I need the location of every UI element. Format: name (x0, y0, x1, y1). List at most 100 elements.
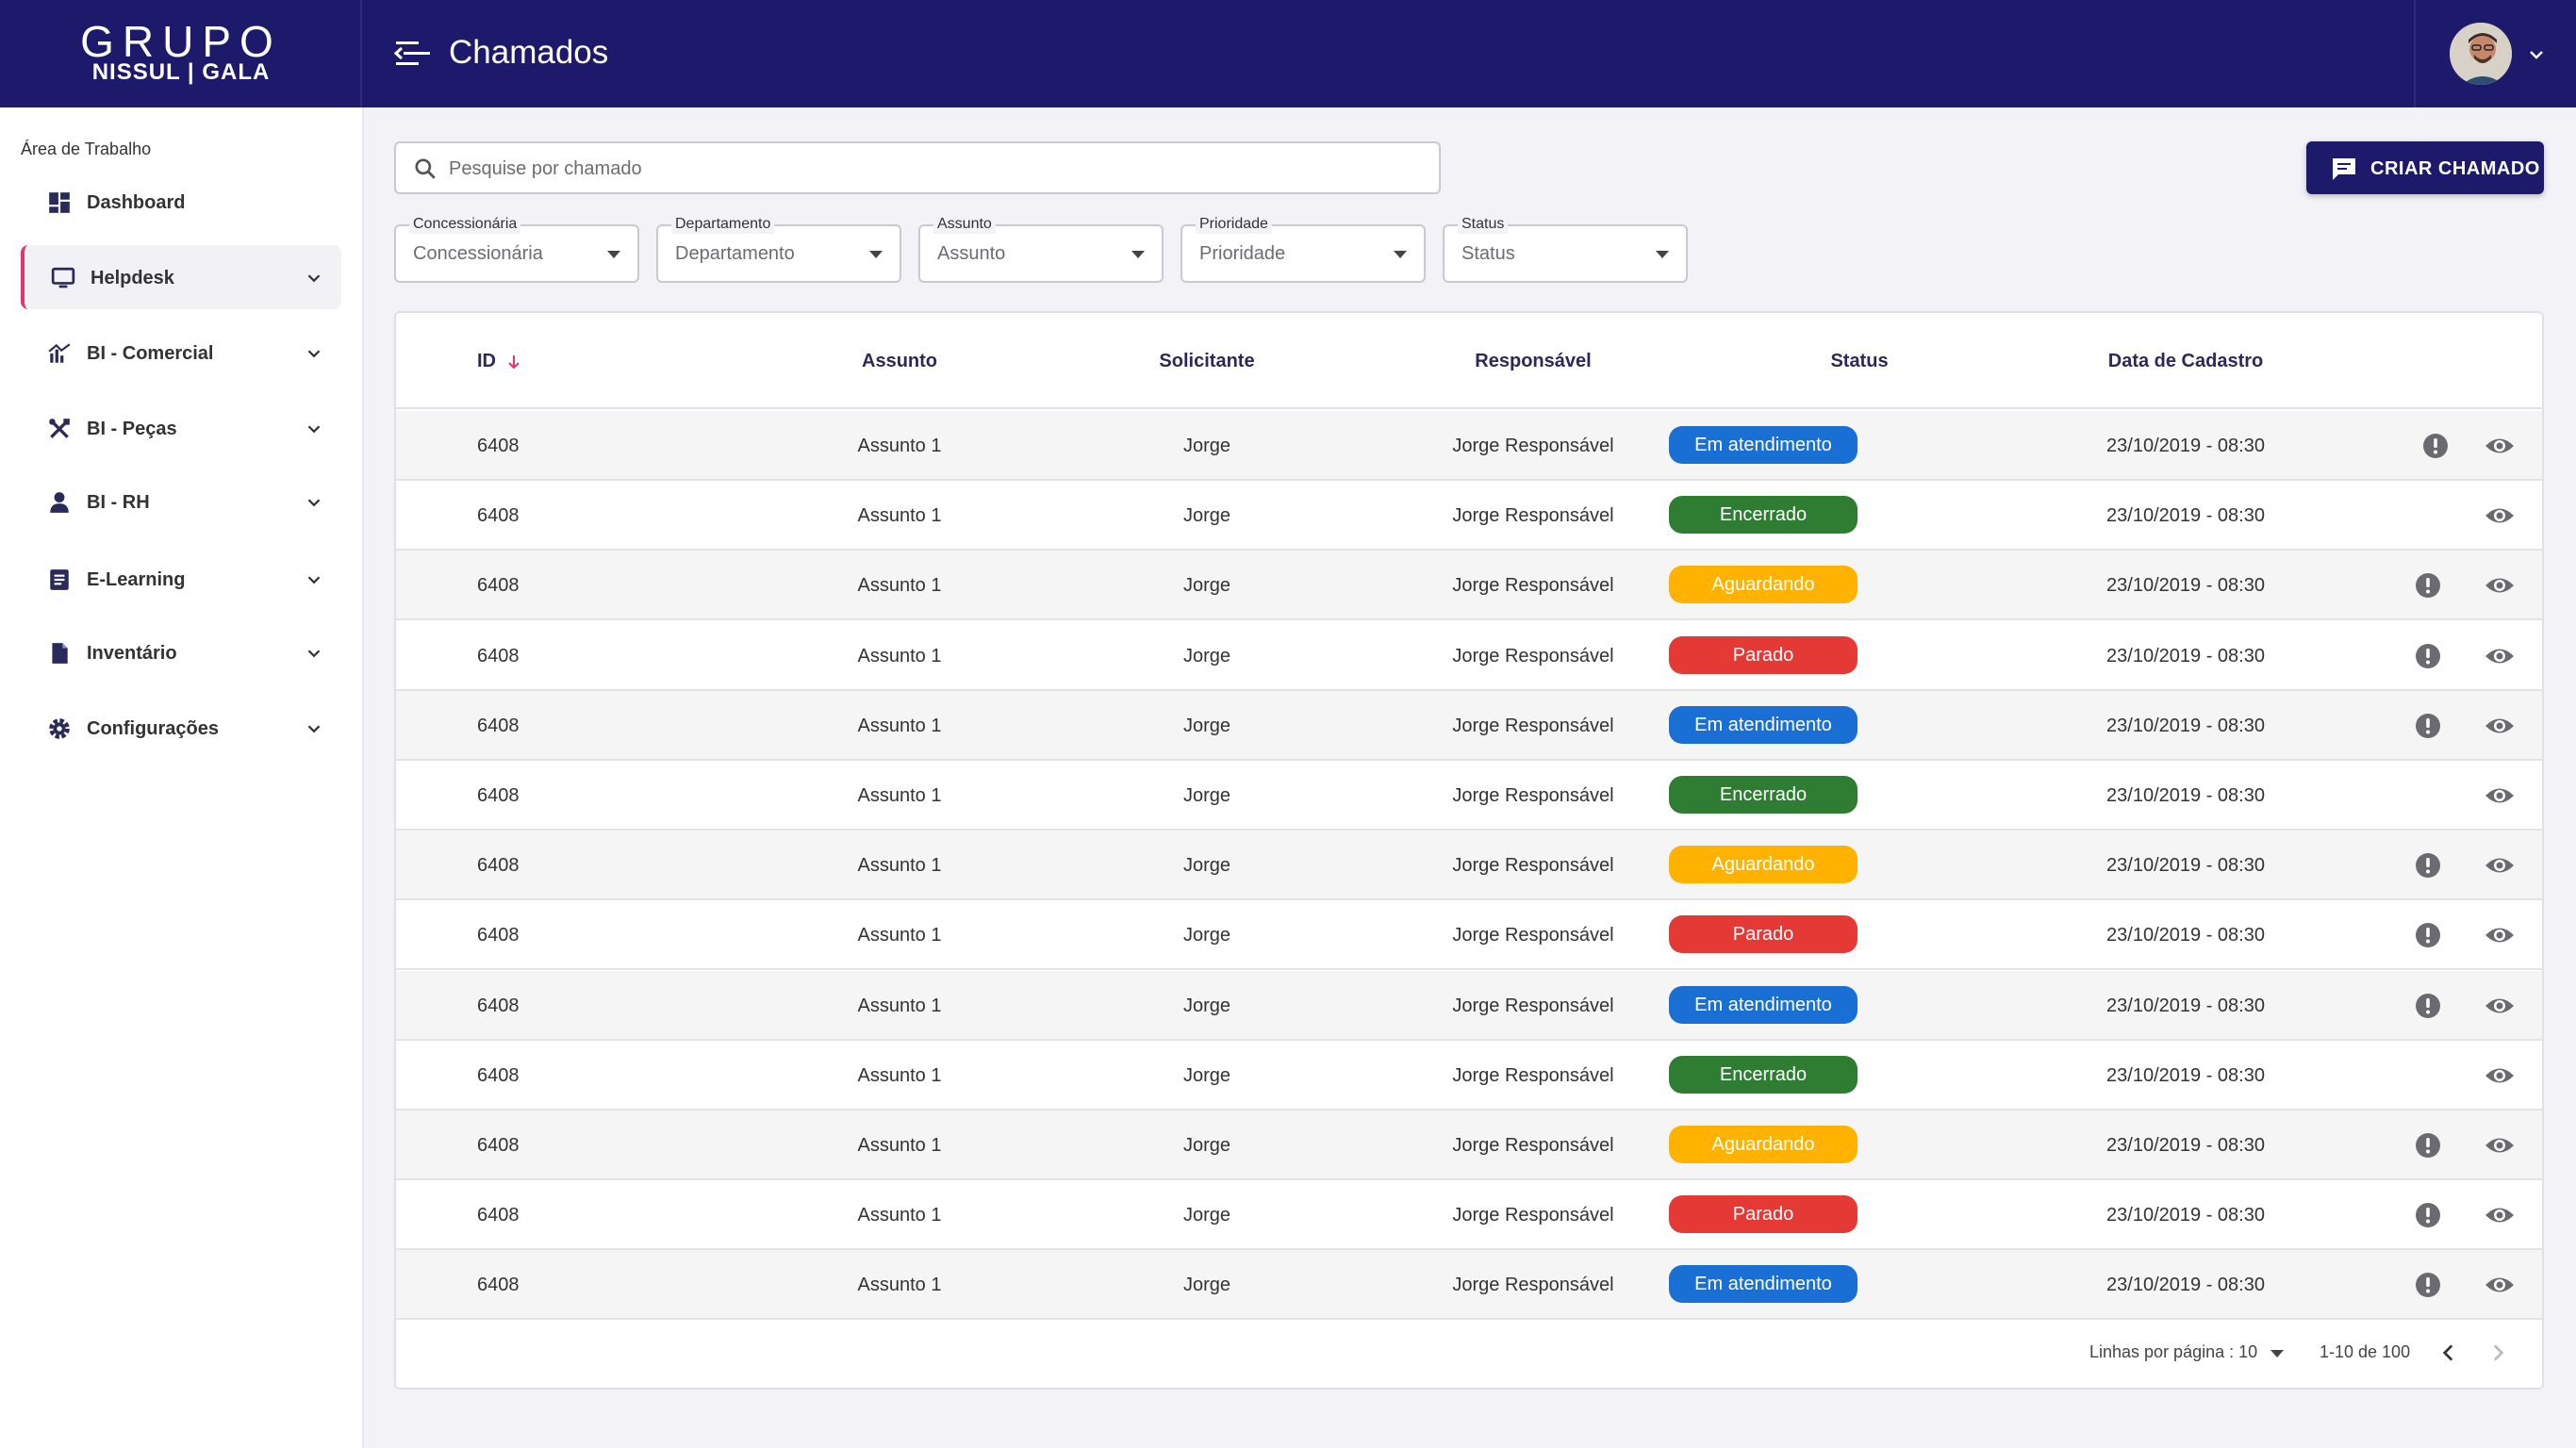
cell-id: 6408 (477, 645, 520, 666)
cell-responsavel: Jorge Responsável (1452, 715, 1614, 736)
table-row[interactable]: 6408 Assunto 1 Jorge Jorge Responsável 23/10… (396, 481, 2542, 551)
table-row[interactable]: 6408 Assunto 1 Jorge Jorge Responsável 23/10… (396, 1111, 2542, 1180)
chevron-down-icon[interactable] (304, 343, 324, 364)
alert-icon[interactable] (2414, 1201, 2442, 1229)
table-row[interactable]: 6408 Assunto 1 Jorge Jorge Responsável 23/10… (396, 551, 2542, 621)
sidebar-item-helpdesk[interactable]: Helpdesk (21, 245, 341, 309)
chevron-down-icon[interactable] (304, 419, 324, 439)
view-eye-icon[interactable] (2484, 1133, 2516, 1158)
sidebar-item-bi-pecas[interactable]: BI - Peças (21, 396, 341, 460)
avatar[interactable] (2448, 21, 2514, 87)
sidebar-item-dashboard[interactable]: Dashboard (21, 170, 341, 234)
cell-solicitante: Jorge (1182, 645, 1231, 666)
cell-responsavel: Jorge Responsável (1452, 436, 1614, 456)
status-badge: Encerrado (1669, 1055, 1858, 1094)
column-header-status[interactable]: Status (1830, 351, 1888, 372)
column-header-assunto[interactable]: Assunto (862, 351, 937, 372)
sidebar-item-label: Helpdesk (91, 268, 174, 288)
cell-assunto: Assunto 1 (857, 575, 942, 597)
view-eye-icon[interactable] (2484, 923, 2516, 947)
filter-concessionaria[interactable]: Concessionária Concessionária (394, 215, 639, 283)
cell-assunto: Assunto 1 (857, 505, 942, 527)
table-pagination: Linhas por página : 10 1-10 de 100 (396, 1316, 2542, 1388)
status-badge: Em atendimento (1669, 426, 1858, 464)
alert-icon[interactable] (2414, 851, 2442, 880)
cell-assunto: Assunto 1 (857, 645, 942, 666)
page-title: Chamados (449, 34, 609, 71)
alert-icon[interactable] (2414, 1131, 2442, 1160)
brand-logo: GRUPO NISSUL | GALA (0, 0, 362, 107)
cell-data-cadastro: 23/10/2019 - 08:30 (2106, 785, 2265, 806)
cell-responsavel: Jorge Responsável (1452, 1275, 1614, 1296)
sidebar-item-bi-comercial[interactable]: BI - Comercial (21, 321, 341, 385)
alert-icon[interactable] (2414, 571, 2442, 600)
cell-responsavel: Jorge Responsável (1452, 575, 1614, 597)
table-row[interactable]: 6408 Assunto 1 Jorge Jorge Responsável 23/10… (396, 831, 2542, 901)
table-row[interactable]: 6408 Assunto 1 Jorge Jorge Responsável 23/10… (396, 690, 2542, 761)
filter-departamento[interactable]: Departamento Departamento (656, 215, 901, 283)
alert-icon[interactable] (2421, 432, 2450, 460)
sidebar-item-e-learning[interactable]: E-Learning (21, 547, 341, 611)
filter-value: Status (1461, 243, 1515, 264)
chevron-down-icon[interactable] (304, 492, 324, 513)
view-eye-icon[interactable] (2484, 1063, 2516, 1088)
view-eye-icon[interactable] (2484, 1273, 2516, 1297)
view-eye-icon[interactable] (2484, 783, 2516, 808)
caret-down-icon (869, 251, 883, 258)
filter-assunto[interactable]: Assunto Assunto (918, 215, 1164, 283)
table-row[interactable]: 6408 Assunto 1 Jorge Jorge Responsável 23/10… (396, 900, 2542, 971)
view-eye-icon[interactable] (2484, 853, 2516, 878)
column-header-id[interactable]: ID (477, 351, 522, 372)
view-eye-icon[interactable] (2484, 503, 2516, 528)
cell-solicitante: Jorge (1182, 715, 1231, 736)
view-eye-icon[interactable] (2484, 714, 2516, 738)
view-eye-icon[interactable] (2484, 434, 2516, 458)
filter-value: Assunto (937, 243, 1006, 264)
create-ticket-button[interactable]: CRIAR CHAMADO (2306, 141, 2544, 194)
table-row[interactable]: 6408 Assunto 1 Jorge Jorge Responsável 23/10… (396, 970, 2542, 1041)
filter-prioridade[interactable]: Prioridade Prioridade (1181, 215, 1426, 283)
view-eye-icon[interactable] (2484, 1203, 2516, 1227)
alert-icon[interactable] (2414, 712, 2442, 740)
view-eye-icon[interactable] (2484, 644, 2516, 668)
menu-collapse-icon[interactable] (394, 38, 432, 70)
table-row[interactable]: 6408 Assunto 1 Jorge Jorge Responsável 23/10… (396, 761, 2542, 831)
sort-down-icon[interactable] (505, 354, 522, 370)
tickets-table: ID Assunto Solicitante Responsável Statu… (394, 311, 2544, 1390)
alert-icon[interactable] (2414, 642, 2442, 670)
chevron-down-icon[interactable] (304, 718, 324, 739)
cell-responsavel: Jorge Responsável (1452, 785, 1614, 806)
status-badge: Em atendimento (1669, 1265, 1858, 1304)
cell-data-cadastro: 23/10/2019 - 08:30 (2106, 995, 2265, 1016)
previous-page-icon[interactable] (2436, 1341, 2461, 1365)
next-page-icon[interactable] (2485, 1341, 2510, 1365)
view-eye-icon[interactable] (2484, 573, 2516, 598)
book-icon (50, 569, 69, 590)
alert-icon[interactable] (2414, 1271, 2442, 1299)
table-row[interactable]: 6408 Assunto 1 Jorge Jorge Responsável 23/10… (396, 1180, 2542, 1251)
chevron-down-icon[interactable] (304, 268, 324, 288)
chevron-down-icon[interactable] (304, 569, 324, 590)
sidebar-item-configuracoes[interactable]: Configurações (21, 696, 341, 760)
table-row[interactable]: 6408 Assunto 1 Jorge Jorge Responsável 23/10… (396, 1041, 2542, 1111)
chevron-down-icon[interactable] (2525, 43, 2548, 66)
tools-icon (49, 419, 70, 438)
column-header-solicitante[interactable]: Solicitante (1159, 351, 1254, 372)
alert-icon[interactable] (2414, 992, 2442, 1020)
search-input[interactable] (449, 153, 1420, 185)
user-menu[interactable] (2414, 0, 2576, 107)
cell-assunto: Assunto 1 (857, 1064, 942, 1086)
rows-per-page-caret-icon[interactable] (2271, 1350, 2284, 1358)
filter-status[interactable]: Status Status (1443, 215, 1688, 283)
view-eye-icon[interactable] (2484, 994, 2516, 1018)
table-row[interactable]: 6408 Assunto 1 Jorge Jorge Responsável 23/10… (396, 411, 2542, 481)
table-row[interactable]: 6408 Assunto 1 Jorge Jorge Responsável 23/10… (396, 621, 2542, 691)
alert-icon[interactable] (2414, 921, 2442, 949)
sidebar-item-bi-rh[interactable]: BI - RH (21, 469, 341, 534)
sidebar-item-inventario[interactable]: Inventário (21, 620, 341, 684)
table-row[interactable]: 6408 Assunto 1 Jorge Jorge Responsável 23/10… (396, 1250, 2542, 1321)
cell-solicitante: Jorge (1182, 1064, 1231, 1086)
column-header-responsavel[interactable]: Responsável (1475, 351, 1591, 372)
chevron-down-icon[interactable] (304, 643, 324, 664)
column-header-data-cadastro[interactable]: Data de Cadastro (2108, 351, 2264, 372)
